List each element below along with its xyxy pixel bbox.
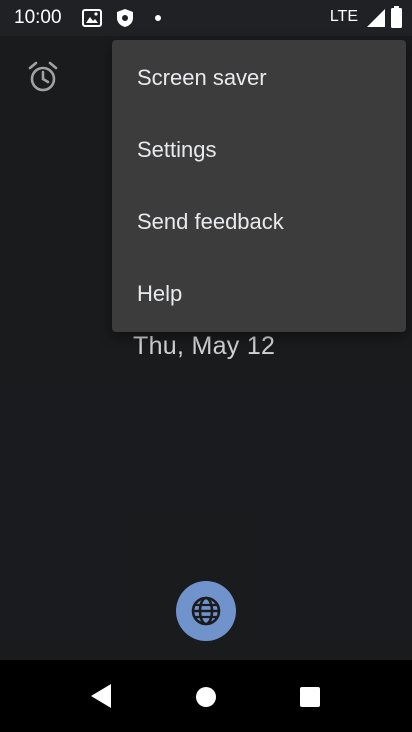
network-type-label: LTE	[329, 8, 358, 25]
home-circle-icon[interactable]	[194, 685, 218, 709]
overflow-menu: Screen saver Settings Send feedback Help	[112, 40, 406, 332]
back-triangle-icon[interactable]	[88, 682, 114, 710]
menu-item-settings[interactable]: Settings	[112, 114, 406, 186]
menu-item-help[interactable]: Help	[112, 258, 406, 330]
photos-notification-icon	[82, 9, 102, 27]
navigation-bar	[0, 660, 412, 732]
battery-icon	[391, 6, 402, 28]
clock-app-screen: 10:00 LTE Thu, May 12 Screen saver Setti…	[0, 0, 412, 732]
menu-item-screen-saver[interactable]: Screen saver	[112, 42, 406, 114]
menu-item-label: Screen saver	[137, 65, 267, 90]
recents-square-icon[interactable]	[298, 685, 322, 709]
more-notifications-dot-icon	[155, 15, 161, 21]
menu-item-label: Send feedback	[137, 209, 284, 234]
status-bar: 10:00 LTE	[0, 0, 412, 36]
status-time: 10:00	[14, 7, 62, 28]
menu-item-label: Settings	[137, 137, 217, 162]
menu-item-label: Help	[137, 281, 183, 306]
signal-strength-icon	[367, 9, 385, 27]
shield-notification-icon	[117, 9, 133, 27]
menu-item-send-feedback[interactable]: Send feedback	[112, 186, 406, 258]
